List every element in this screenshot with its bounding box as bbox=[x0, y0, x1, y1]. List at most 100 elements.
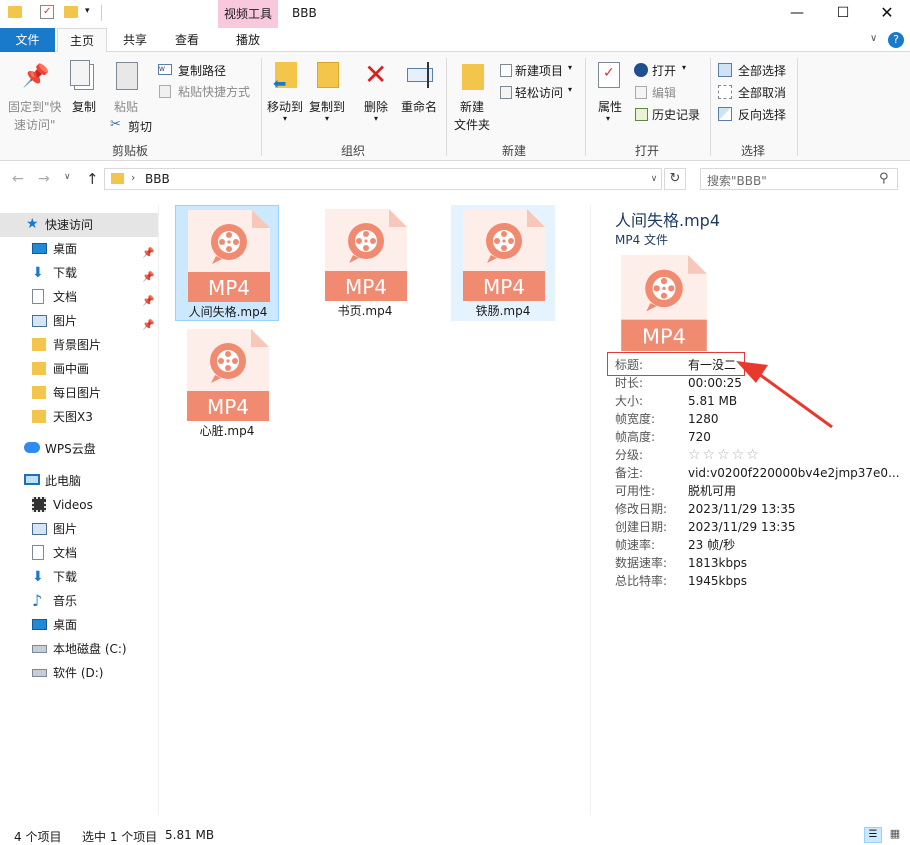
property-value[interactable]: 2023/11/29 13:35 bbox=[688, 500, 796, 518]
rename-button[interactable]: 重命名 bbox=[399, 60, 443, 116]
property-value[interactable]: ☆☆☆☆☆ bbox=[688, 446, 761, 464]
ribbon-home: 📌 固定到"快 速访问" 复制 粘贴 W 复制路径 粘贴快捷方式 ✂ 剪切 剪贴… bbox=[0, 52, 910, 161]
sidebar-item[interactable]: 每日图片 bbox=[0, 381, 158, 405]
history-button[interactable]: 历史记录 bbox=[634, 106, 706, 124]
tab-home[interactable]: 主页 bbox=[57, 28, 107, 53]
rename-icon bbox=[407, 68, 433, 82]
sidebar-item[interactable]: Videos bbox=[0, 493, 158, 517]
sidebar-item[interactable]: 桌面 📌 bbox=[0, 237, 158, 261]
organize-group-label: 组织 bbox=[341, 144, 366, 158]
property-value[interactable]: 脱机可用 bbox=[688, 482, 736, 500]
open-dropdown-icon: ▾ bbox=[682, 63, 687, 72]
easy-access-button[interactable]: 轻松访问 ▾ bbox=[500, 84, 580, 102]
sidebar-item[interactable]: 文档 bbox=[0, 541, 158, 565]
property-value[interactable]: 720 bbox=[688, 428, 711, 446]
paste-button[interactable]: 粘贴 bbox=[108, 60, 148, 116]
back-arrow-icon[interactable]: ← bbox=[12, 171, 24, 187]
properties-quick-icon[interactable]: ✓ bbox=[40, 5, 54, 19]
property-value[interactable]: 有一没二 bbox=[688, 356, 736, 374]
search-input[interactable]: 搜索"BBB" bbox=[707, 172, 767, 189]
property-value[interactable]: vid:v0200f220000bv4e2jmp37e0... bbox=[688, 464, 900, 482]
file-item[interactable]: MP4 人间失格.mp4 bbox=[175, 205, 279, 321]
sidebar-item[interactable]: 画中画 bbox=[0, 357, 158, 381]
sidebar-item-quick-access[interactable]: ★ 快速访问 bbox=[0, 213, 158, 237]
tab-view[interactable]: 查看 bbox=[163, 28, 211, 52]
property-value[interactable]: 1280 bbox=[688, 410, 719, 428]
sidebar-item[interactable]: 背景图片 bbox=[0, 333, 158, 357]
help-icon[interactable]: ? bbox=[888, 32, 904, 48]
sidebar-item[interactable]: ♪ 音乐 bbox=[0, 589, 158, 613]
new-folder-quick-icon[interactable] bbox=[64, 6, 78, 18]
mp4-file-icon: MP4 bbox=[463, 209, 545, 301]
open-button[interactable]: 打开 ▾ bbox=[634, 62, 694, 80]
group-separator bbox=[446, 58, 447, 156]
breadcrumb-path[interactable]: BBB bbox=[145, 172, 170, 186]
property-value[interactable]: 2023/11/29 13:35 bbox=[688, 518, 796, 536]
refresh-button[interactable]: ↻ bbox=[664, 168, 686, 190]
paste-shortcut-label: 粘贴快捷方式 bbox=[178, 85, 251, 99]
property-value[interactable]: 1945kbps bbox=[688, 572, 747, 590]
sidebar-item[interactable]: ⬇ 下载 bbox=[0, 565, 158, 589]
search-box[interactable]: 搜索"BBB" ⚲ bbox=[700, 168, 898, 190]
recent-locations-icon[interactable]: ∨ bbox=[64, 172, 71, 182]
property-key: 标题: bbox=[615, 358, 644, 372]
sidebar-item[interactable]: ⬇ 下载 📌 bbox=[0, 261, 158, 285]
sidebar-item-wps-cloud[interactable]: WPS云盘 bbox=[0, 437, 158, 461]
new-item-button[interactable]: 新建项目 ▾ bbox=[500, 62, 580, 80]
tab-play[interactable]: 播放 bbox=[218, 28, 278, 52]
sidebar-item-label: 桌面 bbox=[53, 618, 78, 632]
property-key: 创建日期: bbox=[615, 520, 668, 534]
sidebar-item-label: 每日图片 bbox=[53, 386, 102, 400]
download-icon: ⬇ bbox=[32, 265, 44, 281]
sidebar-item[interactable]: 本地磁盘 (C:) bbox=[0, 637, 158, 661]
sidebar-item[interactable]: 桌面 bbox=[0, 613, 158, 637]
sidebar-item[interactable]: 图片 bbox=[0, 517, 158, 541]
large-icons-view-icon[interactable]: ▦ bbox=[886, 827, 904, 843]
maximize-button[interactable]: ☐ bbox=[820, 0, 866, 28]
copy-to-button[interactable]: 复制到 ▾ bbox=[307, 60, 349, 123]
details-view-icon[interactable]: ☰ bbox=[864, 827, 882, 843]
address-dropdown-button[interactable]: ∨ bbox=[646, 169, 662, 189]
quick-access-toolbar-dropdown-icon[interactable]: ▾ bbox=[85, 6, 90, 16]
invert-selection-button[interactable]: 反向选择 bbox=[718, 106, 798, 124]
delete-button[interactable]: ✕ 删除 ▾ bbox=[360, 58, 394, 123]
property-value[interactable]: 1813kbps bbox=[688, 554, 747, 572]
edit-label: 编辑 bbox=[652, 86, 677, 100]
address-bar[interactable]: › BBB bbox=[104, 168, 662, 190]
move-to-button[interactable]: ⬅ 移动到 ▾ bbox=[265, 60, 307, 123]
up-arrow-icon[interactable]: ↑ bbox=[86, 170, 99, 188]
file-item[interactable]: MP4 铁肠.mp4 bbox=[451, 205, 555, 321]
cut-button[interactable]: ✂ 剪切 bbox=[108, 117, 168, 135]
copy-path-button[interactable]: W 复制路径 bbox=[158, 62, 258, 80]
tab-file[interactable]: 文件 bbox=[0, 28, 55, 52]
tab-share[interactable]: 共享 bbox=[111, 28, 159, 52]
forward-arrow-icon[interactable]: → bbox=[38, 171, 50, 187]
context-tab-label: 视频工具 bbox=[223, 7, 272, 21]
search-icon[interactable]: ⚲ bbox=[879, 171, 889, 186]
sidebar-item[interactable]: 图片 📌 bbox=[0, 309, 158, 333]
property-value[interactable]: 23 帧/秒 bbox=[688, 536, 735, 554]
property-key: 修改日期: bbox=[615, 502, 668, 516]
pin-quick-access-button[interactable]: 📌 固定到"快 速访问" bbox=[4, 60, 64, 132]
file-item[interactable]: MP4 书页.mp4 bbox=[313, 205, 417, 321]
select-none-button[interactable]: 全部取消 bbox=[718, 84, 798, 102]
minimize-button[interactable]: — bbox=[774, 0, 820, 28]
ribbon-collapse-icon[interactable]: ∨ bbox=[870, 33, 877, 44]
edit-button[interactable]: 编辑 bbox=[634, 84, 694, 102]
move-to-dropdown-icon: ▾ bbox=[283, 114, 288, 123]
sidebar-item[interactable]: 软件 (D:) bbox=[0, 661, 158, 685]
property-key: 数据速率: bbox=[615, 556, 668, 570]
close-button[interactable]: ✕ bbox=[864, 0, 910, 28]
picture-icon bbox=[32, 523, 47, 535]
file-item[interactable]: MP4 心脏.mp4 bbox=[175, 325, 279, 441]
paste-shortcut-button[interactable]: 粘贴快捷方式 bbox=[158, 83, 258, 101]
sidebar-item-this-pc[interactable]: 此电脑 bbox=[0, 469, 158, 493]
sidebar-item[interactable]: 天图X3 bbox=[0, 405, 158, 429]
new-folder-button[interactable]: 新建 文件夹 bbox=[450, 60, 496, 136]
properties-button[interactable]: ✓ 属性 ▾ bbox=[592, 60, 628, 123]
sidebar-item-label: 音乐 bbox=[53, 594, 78, 608]
copy-button[interactable]: 复制 bbox=[66, 60, 104, 116]
sidebar-item[interactable]: 文档 📌 bbox=[0, 285, 158, 309]
select-all-button[interactable]: 全部选择 bbox=[718, 62, 798, 80]
refresh-icon: ↻ bbox=[669, 171, 681, 186]
